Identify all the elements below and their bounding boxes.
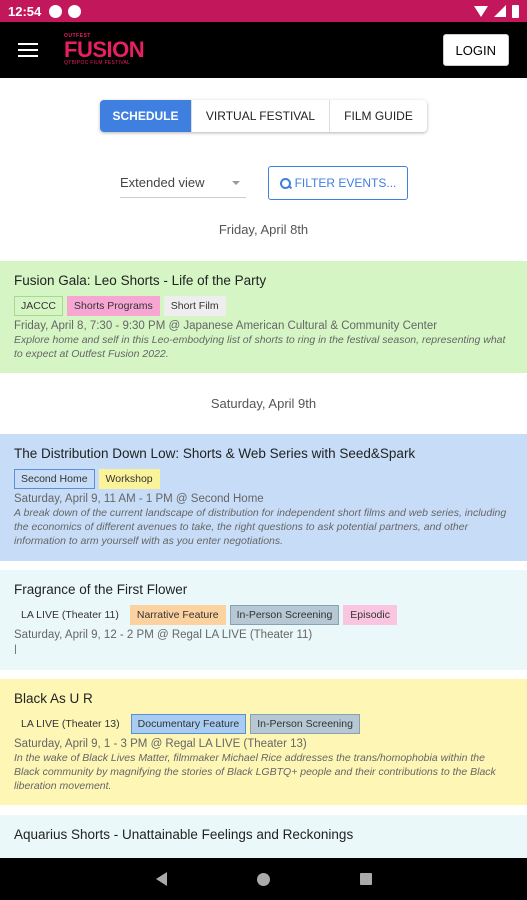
- event-description: Explore home and self in this Leo-embody…: [14, 334, 506, 360]
- tag[interactable]: JACCC: [14, 296, 64, 316]
- tag[interactable]: In-Person Screening: [250, 714, 360, 734]
- event-meta: Saturday, April 9, 12 - 2 PM @ Regal LA …: [14, 629, 313, 641]
- event-title: Fragrance of the First Flower: [14, 582, 188, 597]
- view-select-value: Extended view: [120, 175, 205, 190]
- filter-events-button[interactable]: FILTER EVENTS...: [268, 166, 408, 200]
- tag[interactable]: Second Home: [14, 469, 95, 489]
- status-time: 12:54: [8, 3, 42, 19]
- app-bar: OUTFEST FUSION QTBIPOC FILM FESTIVAL LOG…: [0, 22, 527, 78]
- tab-schedule[interactable]: SCHEDULE: [100, 100, 192, 132]
- tag[interactable]: Documentary Feature: [130, 714, 247, 734]
- event-title: The Distribution Down Low: Shorts & Web …: [14, 446, 416, 461]
- view-select[interactable]: Extended view: [120, 168, 246, 198]
- tag[interactable]: In-Person Screening: [229, 605, 340, 625]
- event-card[interactable]: Fragrance of the First Flower LA LIVE (T…: [0, 570, 527, 670]
- event-description: A break down of the current landscape of…: [14, 507, 507, 547]
- recent-apps-icon[interactable]: [359, 873, 372, 885]
- tag[interactable]: Shorts Programs: [67, 296, 160, 316]
- filter-events-label: FILTER EVENTS...: [294, 176, 397, 190]
- event-card[interactable]: Black As U R LA LIVE (Theater 13) Docume…: [0, 679, 527, 805]
- event-title: Fusion Gala: Leo Shorts - Life of the Pa…: [14, 273, 267, 288]
- notification-icon: [49, 4, 63, 18]
- event-meta: Saturday, April 9, 11 AM - 1 PM @ Second…: [14, 493, 264, 505]
- login-button[interactable]: LOGIN: [442, 34, 509, 66]
- system-nav-bar: [0, 858, 527, 900]
- tag[interactable]: Workshop: [98, 469, 160, 489]
- notification-icon: [68, 4, 82, 18]
- event-card[interactable]: Aquarius Shorts - Unattainable Feelings …: [0, 815, 527, 858]
- event-meta: Saturday, April 9, 1 - 3 PM @ Regal LA L…: [14, 738, 307, 750]
- event-card[interactable]: The Distribution Down Low: Shorts & Web …: [0, 434, 527, 561]
- date-heading: Saturday, April 9th: [210, 396, 317, 411]
- tag[interactable]: Short Film: [163, 296, 226, 316]
- signal-icon: [494, 5, 506, 17]
- search-icon: [279, 177, 291, 189]
- festival-logo[interactable]: OUTFEST FUSION QTBIPOC FILM FESTIVAL: [64, 34, 145, 66]
- event-description: |: [14, 643, 17, 655]
- event-description: In the wake of Black Lives Matter, filmm…: [14, 752, 496, 792]
- menu-icon[interactable]: [18, 43, 38, 57]
- tag[interactable]: Narrative Feature: [129, 605, 226, 625]
- wifi-icon: [474, 5, 488, 17]
- tab-virtual-festival[interactable]: VIRTUAL FESTIVAL: [192, 100, 330, 132]
- event-card[interactable]: Fusion Gala: Leo Shorts - Life of the Pa…: [0, 261, 527, 373]
- tag[interactable]: Episodic: [343, 605, 397, 625]
- tab-bar: SCHEDULE VIRTUAL FESTIVAL FILM GUIDE: [100, 100, 427, 132]
- tab-film-guide[interactable]: FILM GUIDE: [330, 100, 427, 132]
- event-title: Black As U R: [14, 691, 93, 706]
- back-icon[interactable]: [155, 872, 167, 886]
- event-title: Aquarius Shorts - Unattainable Feelings …: [14, 827, 354, 842]
- battery-icon: [512, 4, 519, 18]
- date-heading: Friday, April 8th: [218, 222, 309, 237]
- tag[interactable]: LA LIVE (Theater 11): [14, 605, 126, 625]
- tag[interactable]: LA LIVE (Theater 13): [14, 714, 127, 734]
- status-bar: 12:54: [0, 0, 527, 22]
- caret-down-icon: [232, 180, 240, 185]
- home-icon[interactable]: [256, 872, 270, 886]
- event-meta: Friday, April 8, 7:30 - 9:30 PM @ Japane…: [14, 320, 438, 332]
